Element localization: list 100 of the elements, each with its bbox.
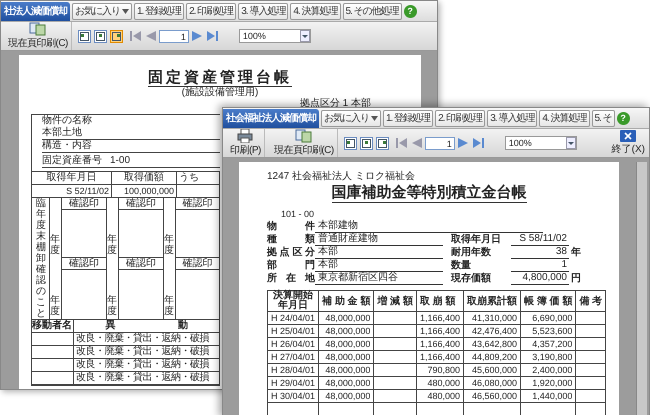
field-label: 物件の名称: [42, 115, 93, 126]
table-cell: [576, 390, 606, 402]
last-page-icon[interactable]: [472, 137, 485, 149]
menu-button[interactable]: 1. 登録処理: [383, 110, 434, 126]
document-title: 国庫補助金等特別積立金台帳: [332, 184, 526, 203]
table-cell: 6,690,000: [520, 312, 576, 324]
table-cell: [374, 338, 416, 350]
page-icon: [80, 32, 89, 40]
next-page-icon[interactable]: [190, 30, 204, 42]
view-mode-button[interactable]: [110, 30, 123, 42]
next-page-icon[interactable]: [456, 137, 470, 149]
printer-icon: [237, 129, 254, 143]
caret-icon: [122, 8, 129, 14]
menu-button[interactable]: 5. そ: [592, 110, 615, 126]
first-page-icon[interactable]: [128, 30, 142, 42]
field-label: 所 在 地: [267, 272, 315, 285]
view-mode-button[interactable]: [360, 136, 373, 150]
table-cell: [576, 364, 606, 376]
menu-button[interactable]: 2. 印刷処理: [435, 110, 486, 126]
view-mode-button[interactable]: [344, 136, 357, 150]
field-label: 拠点区分: [267, 246, 315, 259]
stamp-box: [176, 210, 220, 258]
field-label: 数量: [451, 259, 472, 272]
table-cell: 48,000,000: [318, 338, 374, 350]
asset-code: 101 - 00: [280, 209, 316, 220]
table-cell: H 28/04/01: [268, 364, 319, 376]
table-cell: 41,310,000: [464, 312, 520, 324]
page-icon: [112, 32, 121, 40]
table-cell: 1,440,000: [520, 390, 576, 402]
table-cell: 100,000,000: [112, 185, 177, 198]
year-label: 年度: [164, 258, 176, 319]
field-value: 4,800,000: [511, 271, 569, 285]
zoom-select[interactable]: 100%: [504, 136, 577, 150]
table-cell: 480,000: [416, 376, 464, 390]
table-cell: [576, 338, 606, 350]
column-header: 異: [105, 320, 116, 332]
page-icon: [346, 138, 355, 148]
zoom-select[interactable]: 100%: [238, 29, 311, 43]
year-label: 年度: [50, 198, 62, 258]
help-icon[interactable]: ?: [616, 112, 630, 124]
menu-button[interactable]: 1. 登録処理: [134, 2, 184, 20]
table-cell: [374, 324, 416, 338]
table-cell: [576, 376, 606, 390]
stamp-box: [119, 210, 164, 258]
column-header: 取崩累計額: [464, 290, 520, 312]
menu-button[interactable]: 3. 導入処理: [487, 110, 538, 126]
column-header: 帳 簿 価 額: [520, 290, 576, 312]
field-label: 構造・内容: [42, 140, 220, 153]
view-mode-button[interactable]: [78, 30, 91, 42]
page-number-field[interactable]: 1: [424, 136, 455, 150]
year-label: 年度: [107, 258, 119, 319]
menu-button[interactable]: 3. 導入処理: [238, 2, 288, 20]
favorites-dropdown[interactable]: お気に入り: [321, 110, 381, 126]
previous-page-icon[interactable]: [144, 30, 157, 42]
table-cell: 2,400,000: [520, 364, 576, 376]
table-cell: H 26/04/01: [268, 338, 319, 350]
last-page-icon[interactable]: [206, 30, 219, 42]
table-cell: [576, 350, 606, 364]
favorites-dropdown[interactable]: お気に入り: [72, 2, 132, 20]
stamp-label: 確認印: [176, 258, 220, 270]
table-cell: 4,357,200: [520, 338, 576, 350]
column-header: 決算開始年月日: [268, 290, 319, 312]
unit-label: 円: [570, 272, 582, 285]
column-header: 取 崩 額: [416, 290, 464, 312]
caret-icon: [300, 30, 310, 42]
view-mode-button[interactable]: [376, 136, 389, 150]
menu-button[interactable]: 4. 決算処理: [290, 2, 340, 20]
table-cell: S 52/11/02: [32, 185, 112, 198]
view-mode-button[interactable]: [94, 30, 107, 42]
table-cell: 48,000,000: [318, 390, 374, 402]
field-value: 本部土地: [42, 127, 220, 140]
column-header: 補 助 金 額: [318, 290, 374, 312]
table-cell: 46,080,000: [464, 376, 520, 390]
previous-page-icon[interactable]: [410, 137, 423, 149]
column-header: 備 考: [576, 290, 606, 312]
table-cell: 42,476,400: [464, 324, 520, 338]
scrollbar[interactable]: [636, 162, 647, 415]
column-header: うち: [177, 172, 220, 185]
page-print-button[interactable]: 現在頁印刷(C): [270, 129, 338, 157]
menu-button[interactable]: 4. 決算処理: [539, 110, 590, 126]
exit-button[interactable]: 終了(X): [612, 130, 645, 156]
page-icon: [96, 32, 105, 40]
document-title: 固定資産管理台帳: [148, 69, 292, 87]
column-header: 取得価額: [112, 172, 177, 185]
first-page-icon[interactable]: [394, 137, 408, 149]
year-label: 年度: [107, 198, 119, 258]
print-button[interactable]: 印刷(P): [227, 129, 265, 157]
menu-button[interactable]: 5. その他処理: [342, 2, 402, 20]
stamp-label: 確認印: [62, 258, 107, 270]
page-print-button[interactable]: 現在頁印刷(C): [5, 22, 72, 50]
table-cell: 480,000: [416, 390, 464, 402]
field-label: 物 件: [267, 220, 315, 233]
menu-button[interactable]: 2. 印刷処理: [186, 2, 236, 20]
table-cell: [374, 312, 416, 324]
stamp-box: [62, 210, 107, 258]
table-cell: 46,560,000: [464, 390, 520, 402]
table-cell: [576, 312, 606, 324]
help-icon[interactable]: ?: [404, 4, 417, 18]
field-label: 取得年月日: [451, 233, 502, 246]
page-number-field[interactable]: 1: [158, 30, 189, 42]
